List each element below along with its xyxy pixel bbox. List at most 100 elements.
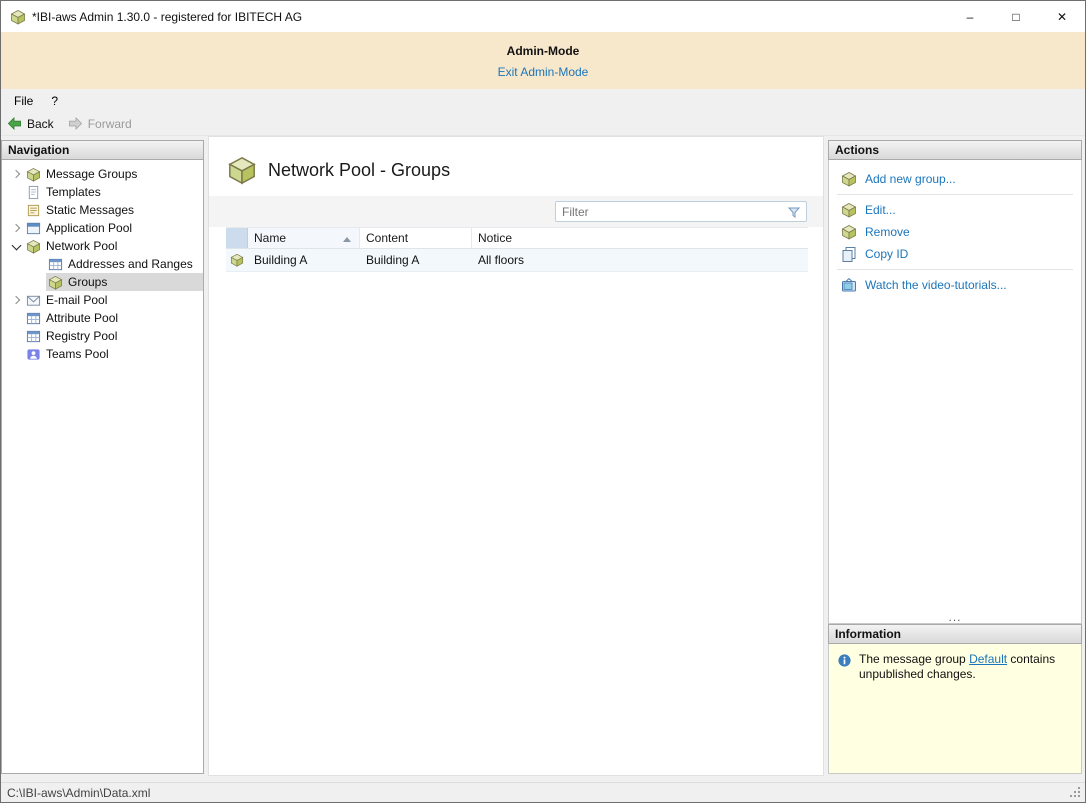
tree-item-groups[interactable]: Groups [2, 273, 203, 291]
tree-item-label: Application Pool [46, 221, 133, 235]
email-pool-icon [26, 293, 41, 308]
message-groups-icon [26, 167, 41, 182]
cell-notice: All floors [478, 253, 525, 267]
table-row[interactable]: Building A Building A All floors [226, 249, 808, 272]
tree-item-label: Teams Pool [46, 347, 109, 361]
network-pool-groups-icon [229, 157, 255, 184]
column-header-name[interactable]: Name [248, 228, 360, 248]
addresses-and-ranges-icon [48, 257, 63, 272]
tree-item-registry-pool[interactable]: Registry Pool [2, 327, 203, 345]
static-messages-icon [26, 203, 41, 218]
status-bar: C:\IBI-aws\Admin\Data.xml [1, 782, 1085, 802]
back-arrow-icon [8, 117, 21, 130]
main-area: Navigation Message Groups Templates Stat… [1, 136, 1085, 782]
copy-id-link[interactable]: Copy ID [829, 243, 1081, 265]
column-header-notice[interactable]: Notice [472, 228, 808, 248]
toolbar: Back Forward [1, 112, 1085, 136]
templates-icon [26, 185, 41, 200]
right-panel: Actions Add new group... Edit... Remove [828, 140, 1082, 774]
back-button[interactable]: Back [7, 116, 54, 131]
actions-body: Add new group... Edit... Remove Copy ID [828, 160, 1082, 624]
edit-link[interactable]: Edit... [829, 199, 1081, 221]
tree-item-label: Network Pool [46, 239, 118, 253]
actions-separator [837, 269, 1073, 270]
tree-item-application-pool[interactable]: Application Pool [2, 219, 203, 237]
column-header-label: Notice [478, 231, 513, 245]
information-header: Information [828, 624, 1082, 644]
filter-funnel-icon[interactable] [786, 204, 802, 220]
menu-item-file[interactable]: File [5, 91, 42, 111]
table-header-row: Name Content Notice [226, 227, 808, 249]
window-title: *IBI-aws Admin 1.30.0 - registered for I… [32, 9, 303, 24]
column-header-content[interactable]: Content [360, 228, 472, 248]
exit-admin-mode-link[interactable]: Exit Admin-Mode [498, 65, 589, 79]
tree-item-label: Static Messages [46, 203, 135, 217]
cell-content: Building A [366, 253, 420, 267]
copy-id-icon [842, 247, 856, 262]
tree-item-attribute-pool[interactable]: Attribute Pool [2, 309, 203, 327]
page-header: Network Pool - Groups [209, 137, 823, 187]
column-header-label: Name [254, 231, 287, 245]
action-label: Add new group... [865, 172, 956, 186]
close-button[interactable]: ✕ [1039, 1, 1085, 32]
row-group-icon [226, 253, 248, 267]
actions-separator [837, 194, 1073, 195]
actions-header: Actions [828, 140, 1082, 160]
tree-item-label: E-mail Pool [46, 293, 108, 307]
maximize-button[interactable]: □ [993, 1, 1039, 32]
information-text-before: The message group [859, 652, 970, 666]
groups-table: Name Content Notice Building A Building … [226, 227, 808, 272]
tree-item-label: Message Groups [46, 167, 138, 181]
column-header-label: Content [366, 231, 409, 245]
action-label: Watch the video-tutorials... [865, 278, 1007, 292]
app-window: *IBI-aws Admin 1.30.0 - registered for I… [0, 0, 1086, 803]
menu-item-help[interactable]: ? [42, 91, 67, 111]
chevron-right-icon[interactable] [10, 293, 24, 307]
resize-grip-icon[interactable] [1070, 787, 1082, 799]
add-new-group-link[interactable]: Add new group... [829, 168, 1081, 190]
tree-item-teams-pool[interactable]: Teams Pool [2, 345, 203, 363]
filter-input[interactable] [556, 204, 786, 219]
forward-label: Forward [87, 116, 132, 131]
chevron-right-icon[interactable] [10, 167, 24, 181]
info-icon [838, 654, 851, 667]
tree-item-email-pool[interactable]: E-mail Pool [2, 291, 203, 309]
add-group-icon [842, 172, 856, 187]
icon-column-header[interactable] [226, 228, 248, 248]
tree-item-network-pool[interactable]: Network Pool [2, 237, 203, 255]
window-titlebar: *IBI-aws Admin 1.30.0 - registered for I… [1, 1, 1085, 32]
tree-item-static-messages[interactable]: Static Messages [2, 201, 203, 219]
app-icon [11, 9, 25, 24]
actions-overflow-indicator: ... [948, 610, 962, 624]
video-tutorials-link[interactable]: Watch the video-tutorials... [829, 274, 1081, 296]
forward-button[interactable]: Forward [68, 116, 132, 131]
registry-pool-icon [26, 329, 41, 344]
admin-mode-banner: Admin-Mode Exit Admin-Mode [1, 32, 1085, 89]
minimize-button[interactable]: – [947, 1, 993, 32]
video-tutorials-icon [842, 278, 856, 292]
tree-item-label: Addresses and Ranges [68, 257, 193, 271]
chevron-right-icon[interactable] [10, 221, 24, 235]
tree-item-label: Registry Pool [46, 329, 118, 343]
default-message-group-link[interactable]: Default [969, 652, 1007, 666]
edit-group-icon [842, 203, 856, 218]
navigation-tree: Message Groups Templates Static Messages [1, 160, 204, 774]
remove-group-icon [842, 225, 856, 240]
application-pool-icon [26, 221, 41, 236]
tree-item-message-groups[interactable]: Message Groups [2, 165, 203, 183]
action-label: Copy ID [865, 247, 909, 261]
content-panel: Network Pool - Groups Name Content [208, 136, 824, 776]
tree-item-templates[interactable]: Templates [2, 183, 203, 201]
tree-item-label: Attribute Pool [46, 311, 119, 325]
action-label: Remove [865, 225, 910, 239]
tree-item-addresses-and-ranges[interactable]: Addresses and Ranges [2, 255, 203, 273]
attribute-pool-icon [26, 311, 41, 326]
navigation-panel: Navigation Message Groups Templates Stat… [1, 140, 204, 774]
remove-link[interactable]: Remove [829, 221, 1081, 243]
action-label: Edit... [865, 203, 896, 217]
forward-arrow-icon [68, 117, 82, 130]
chevron-down-icon[interactable] [10, 239, 24, 253]
groups-icon [48, 275, 63, 290]
network-pool-icon [26, 239, 41, 254]
tree-item-label: Templates [46, 185, 101, 199]
